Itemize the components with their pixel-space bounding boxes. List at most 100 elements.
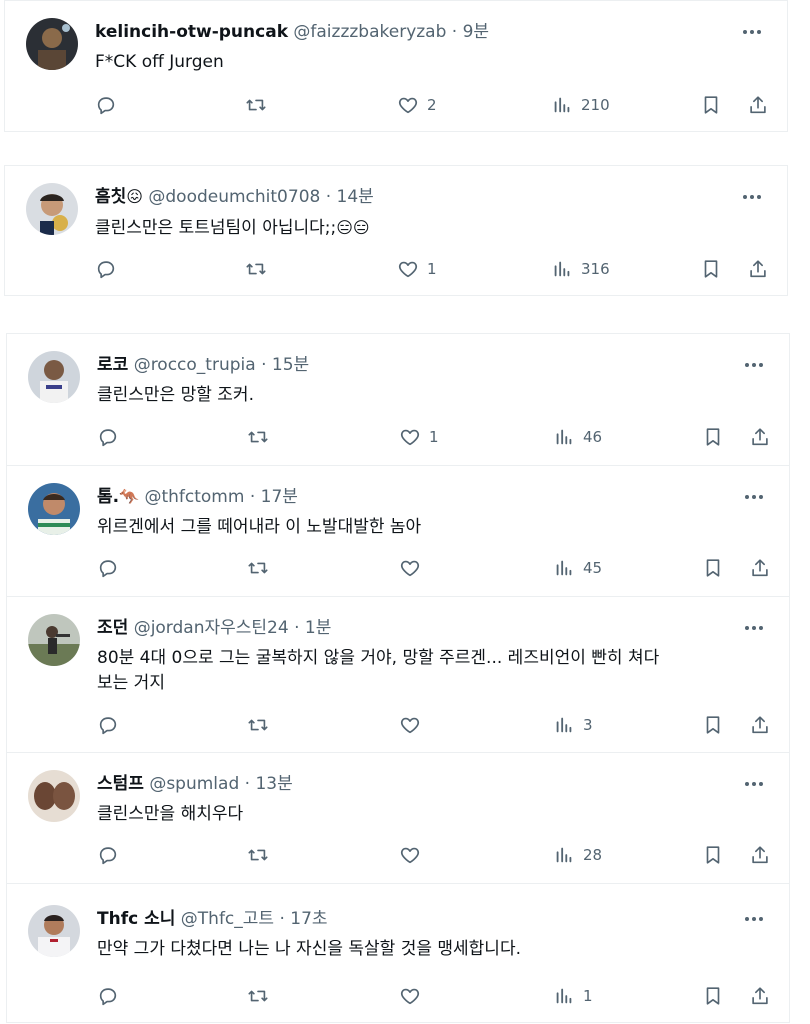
avatar[interactable] bbox=[26, 183, 78, 235]
views-icon bbox=[554, 261, 570, 277]
retweet-button[interactable] bbox=[245, 92, 275, 118]
share-button[interactable] bbox=[749, 712, 771, 738]
share-button[interactable] bbox=[747, 256, 769, 282]
retweet-button[interactable] bbox=[247, 983, 277, 1009]
tweet-text: 클린스만은 토트넘팀이 아닙니다;; bbox=[95, 218, 337, 238]
display-name[interactable]: 조던 bbox=[97, 618, 128, 638]
views-button[interactable]: 210 bbox=[551, 92, 610, 118]
timestamp[interactable]: 15분 bbox=[272, 355, 309, 375]
avatar[interactable] bbox=[26, 18, 78, 70]
avatar[interactable] bbox=[28, 770, 80, 822]
reply-button[interactable] bbox=[95, 92, 125, 118]
more-options-icon[interactable] bbox=[739, 187, 765, 207]
like-button[interactable] bbox=[399, 842, 429, 868]
tweet[interactable]: 톰.🦘 @thfctomm · 17분 위르겐에서 그를 떼어내라 이 노발대발… bbox=[7, 465, 789, 596]
bookmark-button[interactable] bbox=[702, 555, 724, 581]
tweet-card-1: kelincih-otw-puncak @faizzzbakeryzab · 9… bbox=[4, 0, 788, 132]
more-options-icon[interactable] bbox=[741, 774, 767, 794]
user-handle[interactable]: @rocco_trupia bbox=[134, 355, 256, 375]
avatar[interactable] bbox=[28, 905, 80, 957]
tweet-header: 톰.🦘 @thfctomm · 17분 bbox=[97, 485, 729, 509]
reply-button[interactable] bbox=[97, 983, 127, 1009]
user-handle[interactable]: @spumlad bbox=[149, 774, 239, 794]
tweet[interactable]: 흠칫😖 @doodeumchit0708 · 14분 클린스만은 토트넘팀이 아… bbox=[5, 166, 787, 296]
views-button[interactable]: 1 bbox=[553, 983, 593, 1009]
share-button[interactable] bbox=[749, 842, 771, 868]
display-name[interactable]: 로코 bbox=[97, 355, 128, 375]
more-options-icon[interactable] bbox=[741, 618, 767, 638]
views-button[interactable]: 3 bbox=[553, 712, 593, 738]
bookmark-button[interactable] bbox=[702, 842, 724, 868]
retweet-button[interactable] bbox=[247, 712, 277, 738]
share-button[interactable] bbox=[749, 983, 771, 1009]
more-options-icon[interactable] bbox=[741, 487, 767, 507]
reply-icon bbox=[99, 429, 117, 447]
user-handle[interactable]: @thfctomm bbox=[144, 487, 244, 507]
bookmark-button[interactable] bbox=[700, 92, 722, 118]
user-handle[interactable]: @doodeumchit0708 bbox=[148, 187, 320, 207]
retweet-button[interactable] bbox=[247, 555, 277, 581]
tweet-text: F*CK off Jurgen bbox=[95, 52, 224, 72]
tweet-text: 만약 그가 다쳤다면 나는 나 자신을 독살할 것을 맹세합니다. bbox=[97, 939, 521, 959]
heart-icon bbox=[400, 560, 420, 577]
views-button[interactable]: 28 bbox=[553, 842, 602, 868]
display-name[interactable]: 흠칫 bbox=[95, 187, 126, 207]
like-button[interactable]: 1 bbox=[397, 256, 437, 282]
views-button[interactable]: 46 bbox=[553, 424, 602, 450]
timestamp[interactable]: 9분 bbox=[463, 22, 489, 42]
reply-button[interactable] bbox=[97, 555, 127, 581]
bookmark-icon bbox=[706, 987, 720, 1005]
display-name[interactable]: Thfc 소니 bbox=[97, 909, 175, 929]
bookmark-button[interactable] bbox=[700, 256, 722, 282]
bookmark-icon bbox=[706, 559, 720, 577]
views-icon bbox=[556, 988, 572, 1004]
reply-icon bbox=[99, 847, 117, 865]
bookmark-button[interactable] bbox=[702, 424, 724, 450]
bookmark-button[interactable] bbox=[702, 712, 724, 738]
reply-button[interactable] bbox=[97, 712, 127, 738]
display-name[interactable]: kelincih-otw-puncak bbox=[95, 22, 288, 42]
retweet-button[interactable] bbox=[245, 256, 275, 282]
share-button[interactable] bbox=[749, 424, 771, 450]
share-button[interactable] bbox=[749, 555, 771, 581]
like-button[interactable]: 1 bbox=[399, 424, 439, 450]
avatar[interactable] bbox=[28, 483, 80, 535]
timestamp[interactable]: 14분 bbox=[337, 187, 374, 207]
tweet[interactable]: kelincih-otw-puncak @faizzzbakeryzab · 9… bbox=[5, 1, 787, 132]
more-options-icon[interactable] bbox=[741, 355, 767, 375]
display-name[interactable]: 스텀프 bbox=[97, 774, 144, 794]
views-button[interactable]: 316 bbox=[551, 256, 610, 282]
tweet[interactable]: 조던 @jordan자우스틴24 · 1분 80분 4대 0으로 그는 굴복하지… bbox=[7, 596, 789, 752]
user-handle[interactable]: @jordan자우스틴24 bbox=[134, 618, 289, 638]
share-button[interactable] bbox=[747, 92, 769, 118]
tweet[interactable]: 스텀프 @spumlad · 13분 클린스만을 해치우다 28 bbox=[7, 752, 789, 883]
timestamp[interactable]: 17초 bbox=[290, 909, 327, 929]
more-options-icon[interactable] bbox=[741, 909, 767, 929]
retweet-button[interactable] bbox=[247, 424, 277, 450]
user-handle[interactable]: @Thfc_고트 bbox=[181, 909, 274, 929]
timestamp[interactable]: 13분 bbox=[255, 774, 292, 794]
timestamp[interactable]: 1분 bbox=[305, 618, 331, 638]
like-button[interactable] bbox=[399, 712, 429, 738]
like-button[interactable] bbox=[399, 555, 429, 581]
avatar[interactable] bbox=[28, 614, 80, 666]
tweet-actions: 2 210 bbox=[95, 92, 771, 118]
like-button[interactable]: 2 bbox=[397, 92, 437, 118]
more-options-icon[interactable] bbox=[739, 22, 765, 42]
timestamp[interactable]: 17분 bbox=[261, 487, 298, 507]
reply-button[interactable] bbox=[97, 842, 127, 868]
reply-button[interactable] bbox=[95, 256, 125, 282]
avatar[interactable] bbox=[28, 351, 80, 403]
like-button[interactable] bbox=[399, 983, 429, 1009]
bookmark-button[interactable] bbox=[702, 983, 724, 1009]
retweet-button[interactable] bbox=[247, 842, 277, 868]
user-handle[interactable]: @faizzzbakeryzab bbox=[293, 22, 446, 42]
tweet[interactable]: 로코 @rocco_trupia · 15분 클린스만은 망할 조커. 1 46 bbox=[7, 334, 789, 465]
reply-icon bbox=[99, 560, 117, 578]
heart-icon bbox=[400, 717, 420, 734]
reply-button[interactable] bbox=[97, 424, 127, 450]
views-icon bbox=[556, 847, 572, 863]
display-name[interactable]: 톰. bbox=[97, 487, 119, 507]
tweet[interactable]: Thfc 소니 @Thfc_고트 · 17초 만약 그가 다쳤다면 나는 나 자… bbox=[7, 883, 789, 1023]
views-button[interactable]: 45 bbox=[553, 555, 602, 581]
